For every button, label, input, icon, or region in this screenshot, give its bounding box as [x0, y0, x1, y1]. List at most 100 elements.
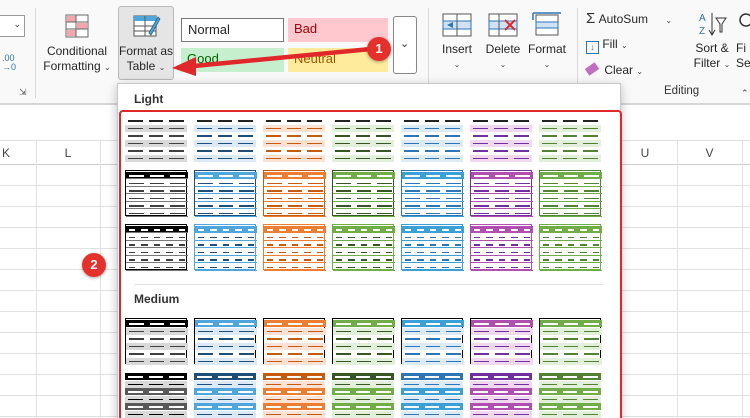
style-bad-label: Bad — [294, 21, 318, 36]
conditional-formatting-label-2: Formatting — [43, 59, 101, 73]
format-button[interactable]: Format ⌄ — [526, 10, 568, 80]
table-style-thumbnail[interactable] — [539, 372, 601, 418]
table-style-thumbnail[interactable] — [125, 318, 188, 365]
table-style-thumbnail[interactable] — [401, 224, 464, 271]
table-style-thumbnail[interactable] — [194, 116, 256, 162]
style-good[interactable]: Good — [181, 48, 284, 72]
table-style-thumbnail[interactable] — [263, 224, 326, 271]
table-style-thumbnail[interactable] — [125, 224, 188, 271]
table-style-thumbnail[interactable] — [470, 116, 532, 162]
fill-label: Fill — [602, 37, 618, 51]
fill-button[interactable]: ↓ Fill ⌄ — [586, 35, 628, 54]
sort-filter-button[interactable]: A Z Sort & Filter ⌄ — [690, 10, 734, 80]
chevron-down-icon: ⌄ — [13, 19, 21, 29]
table-style-thumbnail[interactable] — [194, 224, 257, 271]
table-style-thumbnail[interactable] — [470, 224, 533, 271]
format-label: Format — [527, 42, 566, 56]
format-as-table-button[interactable]: Format as Table ⌄ — [118, 6, 174, 80]
find-select-label-1: Fi — [736, 41, 746, 55]
style-normal[interactable]: Normal — [181, 18, 284, 42]
table-style-thumbnail[interactable] — [125, 170, 188, 217]
conditional-formatting-button[interactable]: Conditional Formatting ⌄ — [40, 10, 114, 78]
table-style-thumbnail[interactable] — [194, 170, 257, 217]
section-title-medium: Medium — [134, 292, 180, 306]
sigma-icon: Σ — [586, 10, 596, 27]
insert-label: Insert — [441, 42, 472, 56]
chevron-down-icon: ⌄ — [158, 63, 166, 72]
sort-filter-icon: A Z — [699, 13, 727, 37]
table-style-thumbnail[interactable] — [470, 170, 533, 217]
column-header-l[interactable]: L — [36, 142, 100, 164]
table-style-thumbnail[interactable] — [401, 372, 463, 418]
table-style-thumbnail[interactable] — [470, 318, 533, 365]
table-style-thumbnail[interactable] — [332, 116, 394, 162]
clear-button[interactable]: Clear ⌄ — [584, 61, 643, 79]
delete-button[interactable]: Delete ⌄ — [481, 10, 525, 80]
chevron-down-icon: ⌄ — [104, 63, 111, 72]
clear-label: Clear — [604, 63, 634, 77]
find-select-label-2: Se — [736, 56, 750, 70]
table-style-thumbnail[interactable] — [539, 116, 601, 162]
table-style-thumbnail[interactable] — [401, 170, 464, 217]
table-style-thumbnail[interactable] — [539, 224, 602, 271]
column-header-u[interactable]: U — [613, 142, 677, 164]
style-good-label: Good — [187, 51, 219, 66]
font-size-dropdown[interactable]: ⌄ — [0, 15, 25, 37]
table-style-thumbnail[interactable] — [539, 170, 602, 217]
table-style-thumbnail[interactable] — [194, 372, 256, 418]
chevron-down-icon: ⌄ — [499, 60, 507, 69]
eraser-icon — [584, 62, 600, 76]
chevron-down-icon: ⌄ — [665, 16, 673, 25]
insert-button[interactable]: Insert ⌄ — [436, 10, 478, 80]
sort-filter-label-1: Sort & — [695, 41, 729, 55]
decrease-decimal-icon[interactable]: .00 →0 — [2, 54, 16, 72]
table-style-thumbnail[interactable] — [125, 116, 187, 162]
dialog-launcher-icon[interactable]: ⇲ — [19, 87, 27, 98]
autosum-button[interactable]: Σ AutoSum ⌄ — [586, 10, 672, 28]
fill-down-icon: ↓ — [586, 41, 599, 54]
format-as-table-label-2: Table — [126, 59, 156, 73]
table-style-thumbnail[interactable] — [263, 372, 325, 418]
find-select-button[interactable]: Fi Se — [736, 10, 750, 80]
insert-cells-icon — [442, 13, 472, 37]
chevron-down-icon: ⌄ — [400, 38, 410, 50]
delete-label: Delete — [485, 42, 521, 56]
table-style-thumbnail[interactable] — [194, 318, 257, 365]
delete-cells-icon — [488, 13, 518, 37]
collapse-ribbon-icon[interactable]: ⌃ — [741, 88, 749, 99]
column-header-v[interactable]: V — [677, 142, 742, 164]
sort-filter-label-2: Filter — [693, 56, 721, 70]
style-normal-label: Normal — [188, 22, 230, 37]
column-header-k[interactable]: K — [0, 142, 12, 164]
step-badge-1: 1 — [367, 37, 391, 61]
section-title-light: Light — [134, 92, 164, 106]
table-style-thumbnail[interactable] — [332, 224, 395, 271]
conditional-formatting-icon — [65, 14, 89, 38]
table-style-thumbnail[interactable] — [539, 318, 602, 365]
format-as-table-icon — [133, 15, 161, 37]
table-style-thumbnail[interactable] — [332, 318, 395, 365]
table-style-thumbnail[interactable] — [263, 170, 326, 217]
format-cells-icon — [532, 12, 561, 36]
conditional-formatting-label-1: Conditional — [46, 44, 108, 58]
autosum-label: AutoSum — [598, 12, 648, 26]
table-style-thumbnail[interactable] — [401, 318, 464, 365]
style-neutral-label: Neutral — [294, 51, 336, 66]
group-separator — [35, 8, 36, 98]
styles-more-button[interactable]: ⌄ — [393, 16, 417, 74]
svg-text:A: A — [699, 13, 706, 24]
section-divider — [134, 284, 604, 285]
chevron-down-icon: ⌄ — [453, 60, 461, 69]
chevron-down-icon: ⌄ — [543, 60, 551, 69]
table-style-thumbnail[interactable] — [263, 318, 326, 365]
table-style-thumbnail[interactable] — [125, 372, 187, 418]
chevron-down-icon: ⌄ — [723, 60, 731, 69]
table-style-thumbnail[interactable] — [263, 116, 325, 162]
table-style-thumbnail[interactable] — [401, 116, 463, 162]
step-badge-2: 2 — [82, 253, 106, 277]
search-icon — [739, 13, 750, 27]
table-style-thumbnail[interactable] — [470, 372, 532, 418]
table-style-gallery: Light Medium — [117, 83, 621, 418]
table-style-thumbnail[interactable] — [332, 372, 394, 418]
table-style-thumbnail[interactable] — [332, 170, 395, 217]
